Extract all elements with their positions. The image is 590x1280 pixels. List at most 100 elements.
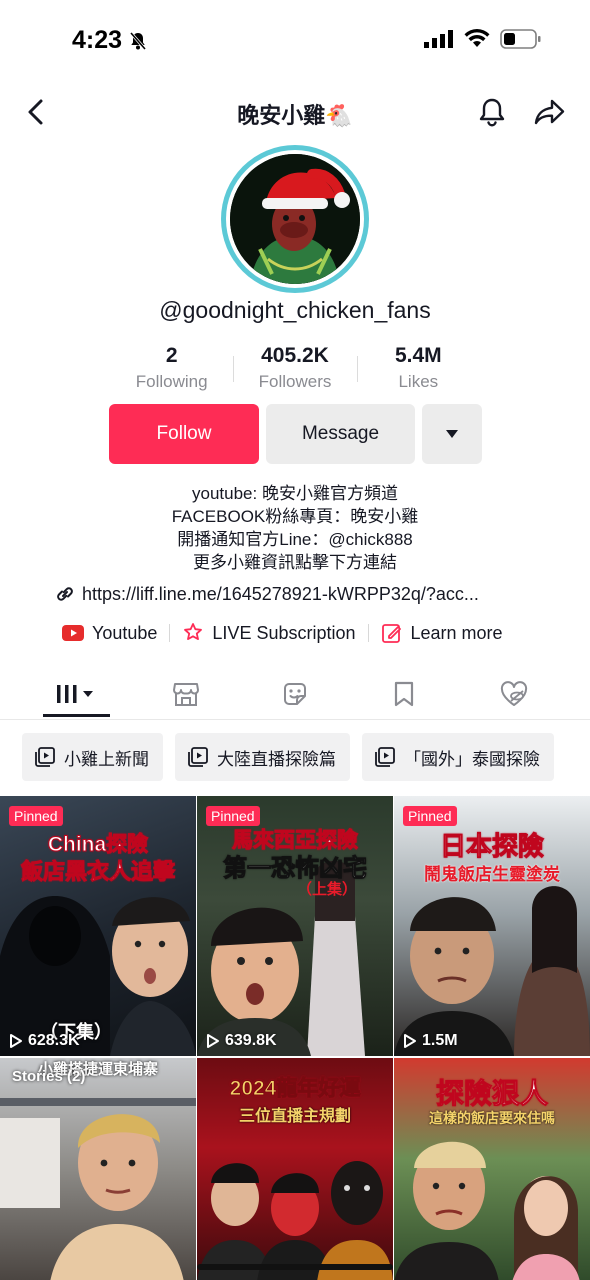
message-button[interactable]: Message: [266, 404, 415, 464]
video-title-main: 2024龍年好運: [229, 1077, 361, 1101]
view-count: 628.3K: [9, 1032, 80, 1050]
edit-note-icon: [381, 624, 401, 643]
likes-label: Likes: [398, 372, 439, 391]
followers-label: Followers: [258, 372, 332, 391]
tab-videos[interactable]: [49, 674, 103, 714]
pinned-badge: Pinned: [403, 806, 457, 826]
video-thumbnail[interactable]: 小雞搭捷運東埔寨 Stories (2): [0, 1058, 196, 1280]
profile-tabs: [0, 668, 590, 720]
following-label: Following: [135, 372, 208, 391]
pinned-badge: Pinned: [206, 806, 260, 826]
sticker-smile-icon: [284, 683, 306, 705]
video-thumbnail[interactable]: 探險狠人 這樣的飯店要來住嗎: [394, 1058, 590, 1280]
playlist-icon: [35, 747, 55, 767]
follow-button[interactable]: Follow: [109, 404, 259, 464]
playlist-chip[interactable]: 小雞上新聞: [22, 733, 163, 781]
battery-icon: [500, 29, 541, 49]
shop-icon: [173, 683, 199, 706]
avatar-image: [230, 154, 360, 284]
profile-stats: 2 Following 405.2K Followers 5.4M Likes: [110, 344, 480, 396]
video-title-sub: 飯店黑衣人追擊: [20, 859, 175, 885]
divider: [169, 624, 171, 642]
video-tag: （上集）: [297, 881, 358, 898]
tab-shop[interactable]: [159, 674, 213, 714]
youtube-label: Youtube: [92, 622, 158, 643]
video-thumbnail[interactable]: 2024龍年好運 三位直播主規劃: [197, 1058, 393, 1280]
video-thumbnail[interactable]: 馬來西亞探險 第一恐怖凶宅 （上集） Pinned 639.8K: [197, 796, 393, 1056]
profile-header: 晚安小雞🐔: [0, 86, 590, 138]
view-count: 1.5M: [403, 1032, 458, 1050]
video-title-main: 探險狠人: [435, 1078, 548, 1110]
avatar-ring[interactable]: [221, 145, 369, 293]
stat-following[interactable]: 2 Following: [110, 344, 233, 396]
playlist-chip[interactable]: 大陸直播探險篇: [175, 733, 350, 781]
learn-more-link[interactable]: Learn more: [381, 622, 503, 644]
view-count-value: 639.8K: [225, 1032, 277, 1049]
live-subscription-link[interactable]: LIVE Subscription: [182, 622, 356, 644]
status-indicators: [424, 28, 542, 50]
wifi-icon: [464, 29, 490, 47]
playlist-title: 「國外」泰國探險: [404, 749, 540, 769]
muted-bell-icon: [129, 31, 147, 50]
live-subscription-icon: [184, 623, 203, 640]
bio-link-text: https://liff.line.me/1645278921-kWRPP32q…: [82, 583, 479, 604]
bio-line: youtube: 晚安小雞官方頻道: [192, 484, 398, 503]
share-button[interactable]: [530, 92, 570, 132]
playlist-title: 大陸直播探險篇: [217, 749, 336, 769]
thumbnail-art: [0, 1098, 196, 1280]
bio-line: FACEBOOK粉絲專頁：晚安小雞: [171, 507, 419, 526]
video-title-sub: 這樣的飯店要來住嗎: [429, 1110, 555, 1126]
link-icon: [57, 587, 73, 601]
video-title-sub: 三位直播主規劃: [238, 1108, 351, 1125]
status-bar: 4:23: [0, 0, 590, 80]
play-icon: [207, 1034, 219, 1048]
clock: 4:23: [72, 26, 123, 54]
bio-link[interactable]: https://liff.line.me/1645278921-kWRPP32q…: [54, 583, 479, 605]
cellular-signal-icon: [424, 30, 453, 48]
followers-count: 405.2K: [261, 344, 329, 367]
video-thumbnail[interactable]: 日本探險 鬧鬼飯店生靈塗炭 Pinned 1.5M: [394, 796, 590, 1056]
status-time: 4:23: [72, 26, 148, 55]
more-options-button[interactable]: [422, 404, 482, 464]
play-icon: [404, 1034, 416, 1048]
username: @goodnight_chicken_fans: [159, 297, 431, 323]
bio-line: 開播通知官方Line：@chick888: [177, 530, 413, 549]
stat-followers[interactable]: 405.2K Followers: [233, 344, 356, 396]
video-grid: China探險 飯店黑衣人追擊 （下集） Pinned 628.3K 馬來西亞探…: [0, 796, 590, 1280]
videos-grid-icon: [57, 685, 93, 703]
divider: [367, 624, 369, 642]
playlist-icon: [375, 747, 395, 767]
profile-actions: Follow Message: [109, 404, 482, 464]
triangle-down-icon: [446, 430, 458, 438]
avatar: [230, 154, 360, 284]
play-icon: [10, 1034, 22, 1048]
stories-badge: Stories (2): [12, 1068, 86, 1085]
video-title-sub: 第一恐怖凶宅: [223, 855, 368, 883]
playlist-chip[interactable]: 「國外」泰國探險: [362, 733, 554, 781]
heart-eye-hidden-icon: [500, 681, 528, 706]
tab-saved[interactable]: [377, 674, 431, 714]
view-count-value: 1.5M: [422, 1032, 458, 1049]
live-subscription-label: LIVE Subscription: [212, 622, 356, 643]
tab-stickers[interactable]: [268, 674, 322, 714]
profile-shortcuts: Youtube LIVE Subscription Learn more: [62, 622, 503, 644]
view-count-value: 628.3K: [28, 1032, 80, 1049]
video-title-sub: 鬧鬼飯店生靈塗炭: [424, 865, 560, 884]
pinned-badge: Pinned: [9, 806, 63, 826]
following-count: 2: [165, 344, 178, 367]
active-tab-indicator: [43, 714, 110, 717]
bookmark-icon: [394, 681, 414, 707]
tab-liked[interactable]: [487, 674, 541, 714]
video-thumbnail[interactable]: China探險 飯店黑衣人追擊 （下集） Pinned 628.3K: [0, 796, 196, 1056]
bio-line: 更多小雞資訊點擊下方連結: [193, 553, 397, 572]
notifications-button[interactable]: [472, 92, 512, 132]
bell-icon: [479, 98, 505, 127]
share-arrow-icon: [534, 99, 565, 125]
youtube-icon: [62, 625, 84, 641]
playlist-icon: [188, 747, 208, 767]
likes-count: 5.4M: [394, 344, 442, 367]
youtube-link[interactable]: Youtube: [62, 623, 157, 644]
playlist-row: 小雞上新聞 大陸直播探險篇 「國外」泰國探險: [22, 733, 590, 781]
video-title-main: 日本探險: [439, 831, 544, 862]
stat-likes[interactable]: 5.4M Likes: [356, 344, 480, 396]
